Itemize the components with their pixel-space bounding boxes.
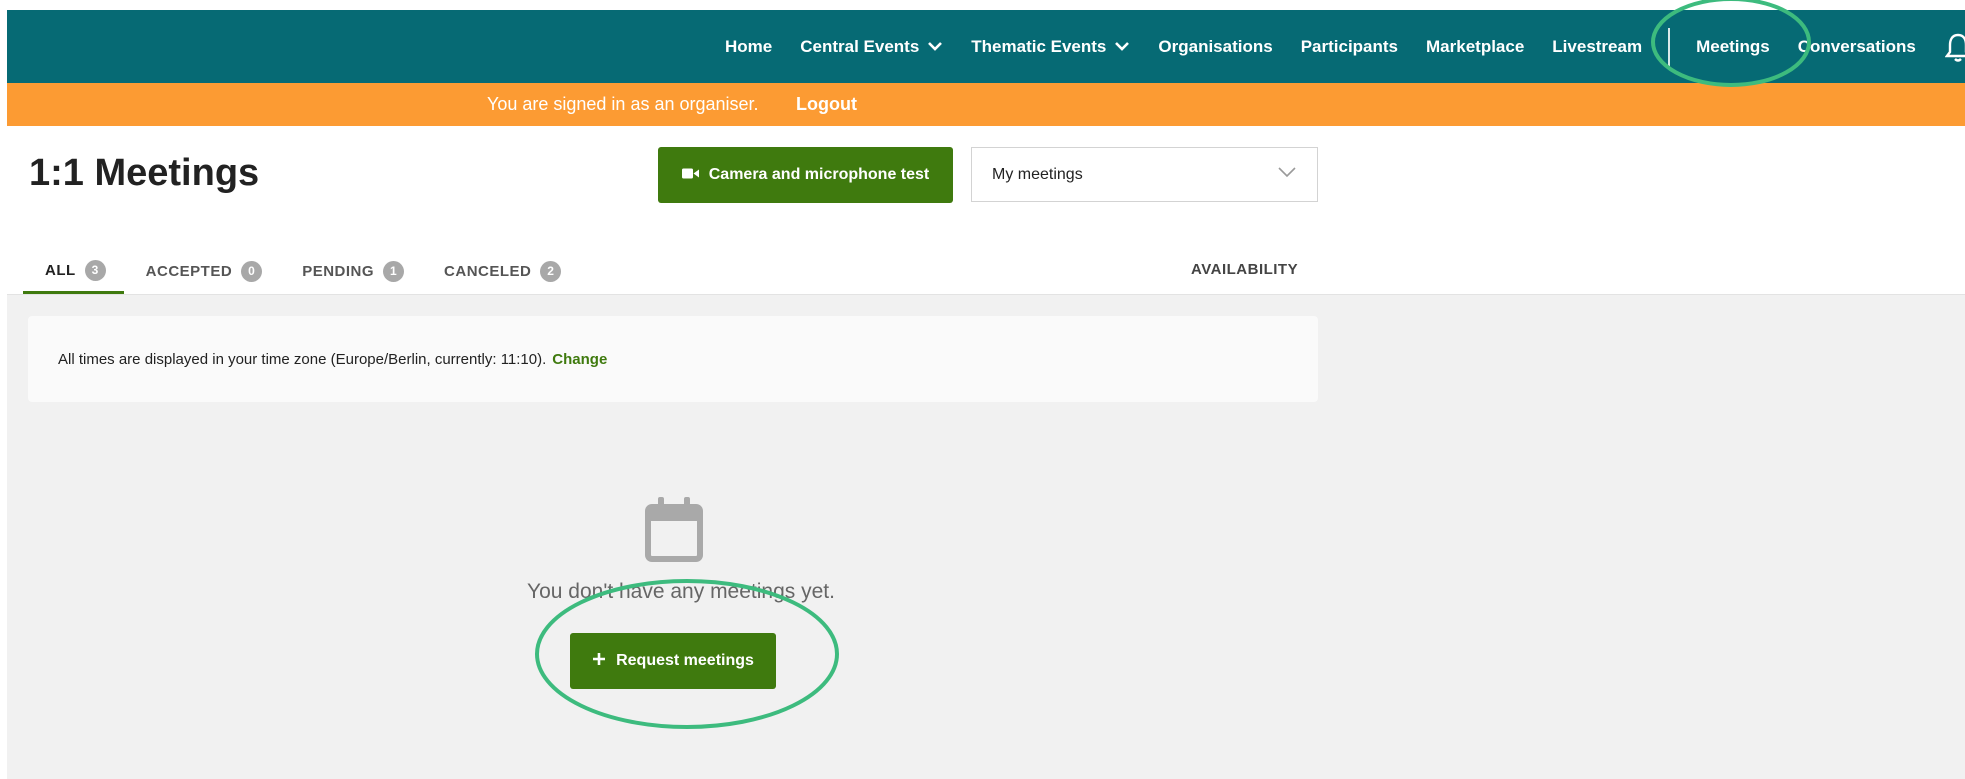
empty-state-text: You don't have any meetings yet. <box>527 580 835 603</box>
video-camera-icon <box>681 166 699 184</box>
change-timezone-link[interactable]: Change <box>552 351 607 368</box>
tab-label: PENDING <box>302 262 375 280</box>
tab-label: CANCELED <box>444 262 532 280</box>
banner-text: You are signed in as an organiser. <box>487 94 759 114</box>
tab-pending[interactable]: PENDING 1 <box>280 250 422 292</box>
chevron-down-icon <box>1114 41 1130 52</box>
request-button-label: Request meetings <box>616 652 754 669</box>
logout-link[interactable]: Logout <box>796 94 857 115</box>
timezone-notice: All times are displayed in your time zon… <box>28 316 1318 402</box>
page-title: 1:1 Meetings <box>29 152 260 194</box>
bell-icon[interactable] <box>1944 32 1965 67</box>
timezone-text: All times are displayed in your time zon… <box>58 350 547 368</box>
nav-item-central-events[interactable]: Central Events <box>800 37 943 57</box>
nav-divider <box>1668 27 1671 66</box>
count-badge: 0 <box>241 260 263 282</box>
tab-all[interactable]: ALL 3 <box>23 250 124 294</box>
nav-items: Home Central Events Thematic Events Orga… <box>725 10 1944 83</box>
camera-microphone-test-button[interactable]: Camera and microphone test <box>658 147 953 203</box>
top-navigation: Home Central Events Thematic Events Orga… <box>7 10 1965 83</box>
nav-item-thematic-events[interactable]: Thematic Events <box>971 37 1130 57</box>
nav-item-participants[interactable]: Participants <box>1301 37 1398 57</box>
plus-icon <box>592 652 606 671</box>
nav-label: Organisations <box>1158 36 1273 56</box>
chevron-down-icon <box>927 41 943 52</box>
nav-label: Marketplace <box>1426 36 1525 56</box>
nav-item-organisations[interactable]: Organisations <box>1158 37 1272 57</box>
nav-item-livestream[interactable]: Livestream <box>1552 37 1642 57</box>
nav-label: Participants <box>1300 36 1399 56</box>
organiser-banner: You are signed in as an organiser. Logou… <box>7 83 1965 126</box>
count-badge: 1 <box>383 260 405 282</box>
nav-label: Central Events <box>800 36 920 56</box>
nav-label: Home <box>725 36 773 56</box>
calendar-icon <box>643 495 705 568</box>
nav-label: Thematic Events <box>971 36 1107 56</box>
count-badge: 2 <box>540 260 562 282</box>
meetings-content: All times are displayed in your time zon… <box>7 295 1965 779</box>
nav-label: Conversations <box>1797 36 1916 56</box>
nav-item-conversations[interactable]: Conversations <box>1798 37 1916 57</box>
app-frame: Home Central Events Thematic Events Orga… <box>7 10 1965 779</box>
nav-item-meetings[interactable]: Meetings <box>1696 37 1770 57</box>
tab-label: ACCEPTED <box>145 262 233 280</box>
request-meetings-button[interactable]: Request meetings <box>570 633 776 689</box>
nav-item-marketplace[interactable]: Marketplace <box>1426 37 1524 57</box>
count-badge: 3 <box>84 260 106 281</box>
tab-label: ALL <box>45 262 76 279</box>
tab-availability[interactable]: AVAILABILITY <box>1191 261 1298 278</box>
meetings-filter-select[interactable]: My meetings <box>971 147 1318 202</box>
nav-item-home[interactable]: Home <box>725 37 772 57</box>
chevron-down-icon <box>1277 165 1297 184</box>
nav-label: Meetings <box>1696 36 1770 56</box>
camera-button-label: Camera and microphone test <box>708 166 930 183</box>
meeting-tabs: ALL 3 ACCEPTED 0 PENDING 1 CANCELED 2 <box>23 250 579 294</box>
tab-accepted[interactable]: ACCEPTED 0 <box>124 250 281 292</box>
nav-label: Livestream <box>1552 36 1643 56</box>
select-value: My meetings <box>992 165 1083 183</box>
tab-canceled[interactable]: CANCELED 2 <box>422 250 579 292</box>
